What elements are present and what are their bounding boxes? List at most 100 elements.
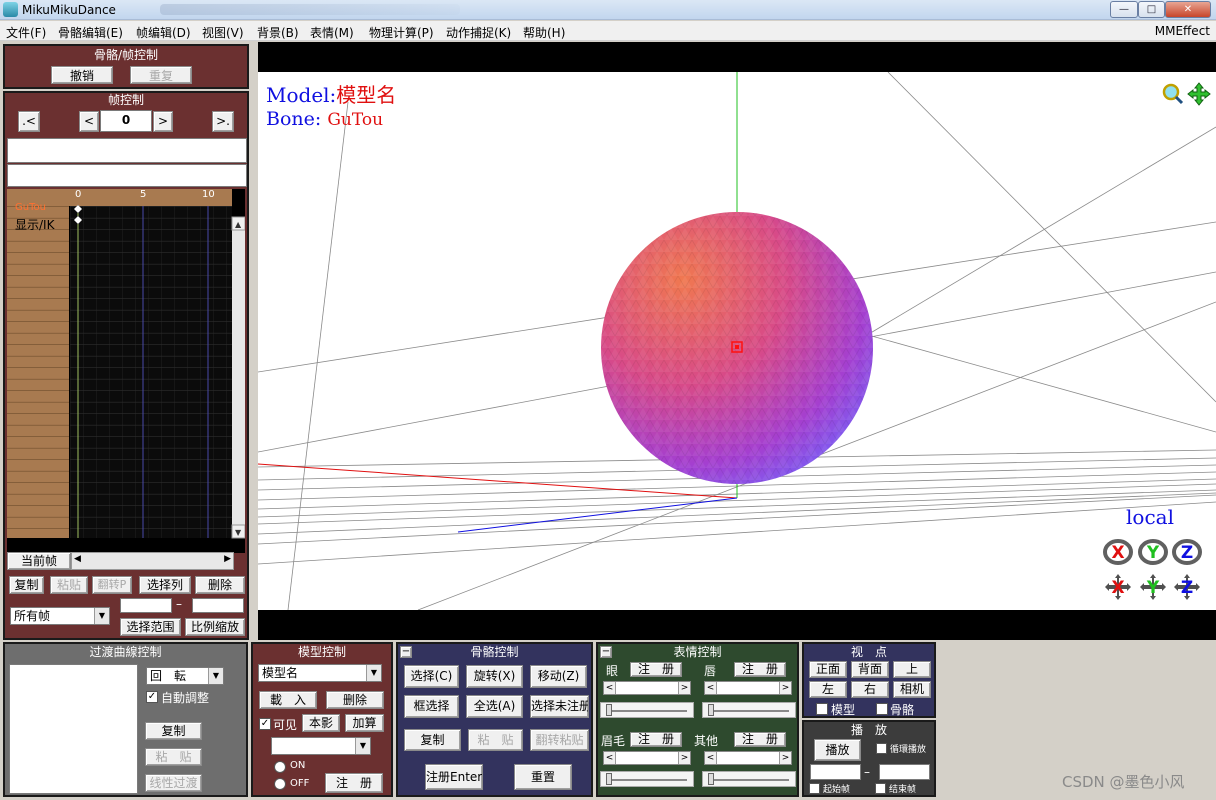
select-bone-button[interactable]: 选择(C) [404,665,459,688]
view-front-button[interactable]: 正面 [809,661,847,678]
auto-adjust-checkbox[interactable]: ✓ [146,691,158,703]
brow-morph-select[interactable]: < > [603,751,691,765]
slider-thumb[interactable] [606,704,612,716]
external-parent-select[interactable]: ▼ [271,737,371,755]
menu-background[interactable]: 背景(B) [257,24,299,41]
last-frame-button[interactable]: >. [212,111,234,132]
slider-thumb[interactable] [708,704,714,716]
menu-physics[interactable]: 物理计算(P) [369,24,434,41]
menu-morph[interactable]: 表情(M) [310,24,354,41]
bone-register-button[interactable]: 注册Enter [425,764,483,790]
menu-help[interactable]: 帮助(H) [523,24,565,41]
first-frame-button[interactable]: .< [18,111,40,132]
eye-morph-slider[interactable] [600,702,694,718]
lip-morph-slider[interactable] [702,702,796,718]
chevron-left-icon[interactable]: < [705,752,717,764]
menu-file[interactable]: 文件(F) [6,24,46,41]
pan-move-icon[interactable] [1187,82,1211,106]
redo-button[interactable]: 重复 [130,66,192,84]
chevron-right-icon[interactable]: > [678,752,690,764]
view-camera-button[interactable]: 相机 [893,681,931,698]
eye-morph-select[interactable]: < > [603,681,691,695]
view-right-button[interactable]: 右 [851,681,889,698]
linear-interp-button[interactable]: 线性过渡 [145,774,202,792]
minimize-button[interactable]: — [1110,1,1138,18]
undo-button[interactable]: 撤销 [51,66,113,84]
close-button[interactable]: ✕ [1165,1,1211,18]
lip-morph-select[interactable]: < > [704,681,792,695]
view-back-button[interactable]: 背面 [851,661,889,678]
other-morph-select[interactable]: < > [704,751,792,765]
copy-frame-button[interactable]: 复制 [9,576,44,594]
chevron-down-icon[interactable]: ▼ [94,608,109,624]
play-start-frame-input[interactable] [810,764,861,780]
menu-bone-edit[interactable]: 骨骼编辑(E) [58,24,123,41]
bone-flip-paste-button[interactable]: 翻转粘贴 [530,729,589,751]
delete-frame-button[interactable]: 删除 [195,576,245,594]
chevron-down-icon[interactable]: ▼ [355,738,370,754]
paste-frame-button[interactable]: 粘贴 [50,576,88,594]
frame-number-input[interactable]: 0 [100,110,152,132]
view-left-button[interactable]: 左 [809,681,847,698]
zoom-icon[interactable] [1162,83,1184,105]
loop-play-checkbox[interactable] [876,743,887,754]
bone-paste-button[interactable]: 粘 贴 [468,729,523,751]
select-unregistered-button[interactable]: 选择未注册 [530,695,589,718]
x-rotate-icon[interactable]: X [1103,538,1133,566]
y-move-icon[interactable]: Y [1138,572,1168,602]
chevron-right-icon[interactable]: > [779,682,791,694]
curve-mode-select[interactable]: 回 転 ▼ [146,667,224,685]
other-register-button[interactable]: 注 册 [734,732,786,747]
timeline-horizontal-scrollbar[interactable]: ◀ ▶ [71,552,234,570]
scale-button[interactable]: 比例缩放 [185,618,245,636]
bone-copy-button[interactable]: 复制 [404,729,461,751]
timeline-grid[interactable]: ▲ ▼ [7,189,245,553]
menu-mmeffect[interactable]: MMEffect [1155,24,1210,38]
viewport-canvas[interactable]: Model:模型名 Bone: GuTou local X Y Z X Y Z [258,72,1216,610]
select-range-button[interactable]: 选择范围 [120,618,181,636]
menu-view[interactable]: 视图(V) [202,24,244,41]
chevron-down-icon[interactable]: ▼ [366,665,381,681]
menu-motion-capture[interactable]: 动作捕捉(K) [446,24,511,41]
slider-thumb[interactable] [708,773,714,785]
viewport-3d[interactable]: Model:模型名 Bone: GuTou local X Y Z X Y Z [258,42,1216,640]
model-register-button[interactable]: 注 册 [325,773,383,793]
load-model-button[interactable]: 載 入 [259,691,317,709]
curve-editor[interactable] [9,664,138,794]
model-select[interactable]: 模型名 ▼ [258,664,382,682]
timeline-row-gutou[interactable]: GuTou [15,202,46,213]
box-select-button[interactable]: 框选择 [404,695,459,718]
eye-register-button[interactable]: 注 册 [630,662,682,677]
z-move-icon[interactable]: Z [1172,572,1202,602]
next-frame-button[interactable]: > [153,111,173,132]
play-end-frame-input[interactable] [879,764,930,780]
timeline-row-display-ik[interactable]: 显示/IK [15,216,54,233]
maximize-button[interactable]: □ [1138,1,1165,18]
scroll-left-icon[interactable]: ◀ [74,554,81,564]
visible-checkbox[interactable]: ✓ [259,718,271,730]
x-move-icon[interactable]: X [1103,572,1133,602]
follow-model-checkbox[interactable] [816,703,828,715]
add-blend-button[interactable]: 加算 [345,714,384,732]
select-column-button[interactable]: 选择列 [139,576,191,594]
curve-paste-button[interactable]: 粘 贴 [145,748,202,766]
scroll-right-icon[interactable]: ▶ [224,554,231,564]
move-bone-button[interactable]: 移动(Z) [530,665,587,688]
slider-thumb[interactable] [606,773,612,785]
select-all-button[interactable]: 全选(A) [466,695,523,718]
frame-filter-select[interactable]: 所有帧 ▼ [10,607,110,625]
rotate-bone-button[interactable]: 旋转(X) [466,665,523,688]
end-frame-checkbox[interactable] [875,783,886,794]
prev-frame-button[interactable]: < [79,111,99,132]
menu-frame-edit[interactable]: 帧编辑(D) [136,24,191,41]
z-rotate-icon[interactable]: Z [1172,538,1202,566]
bone-reset-button[interactable]: 重置 [514,764,572,790]
chevron-right-icon[interactable]: > [678,682,690,694]
brow-morph-slider[interactable] [600,771,694,787]
flip-paste-button[interactable]: 翻转P [92,576,132,594]
play-button[interactable]: 播放 [814,739,861,761]
chevron-down-icon[interactable]: ▼ [208,668,223,684]
self-shadow-button[interactable]: 本影 [302,714,340,732]
coordinate-mode-label[interactable]: local [1126,505,1174,529]
chevron-left-icon[interactable]: < [705,682,717,694]
